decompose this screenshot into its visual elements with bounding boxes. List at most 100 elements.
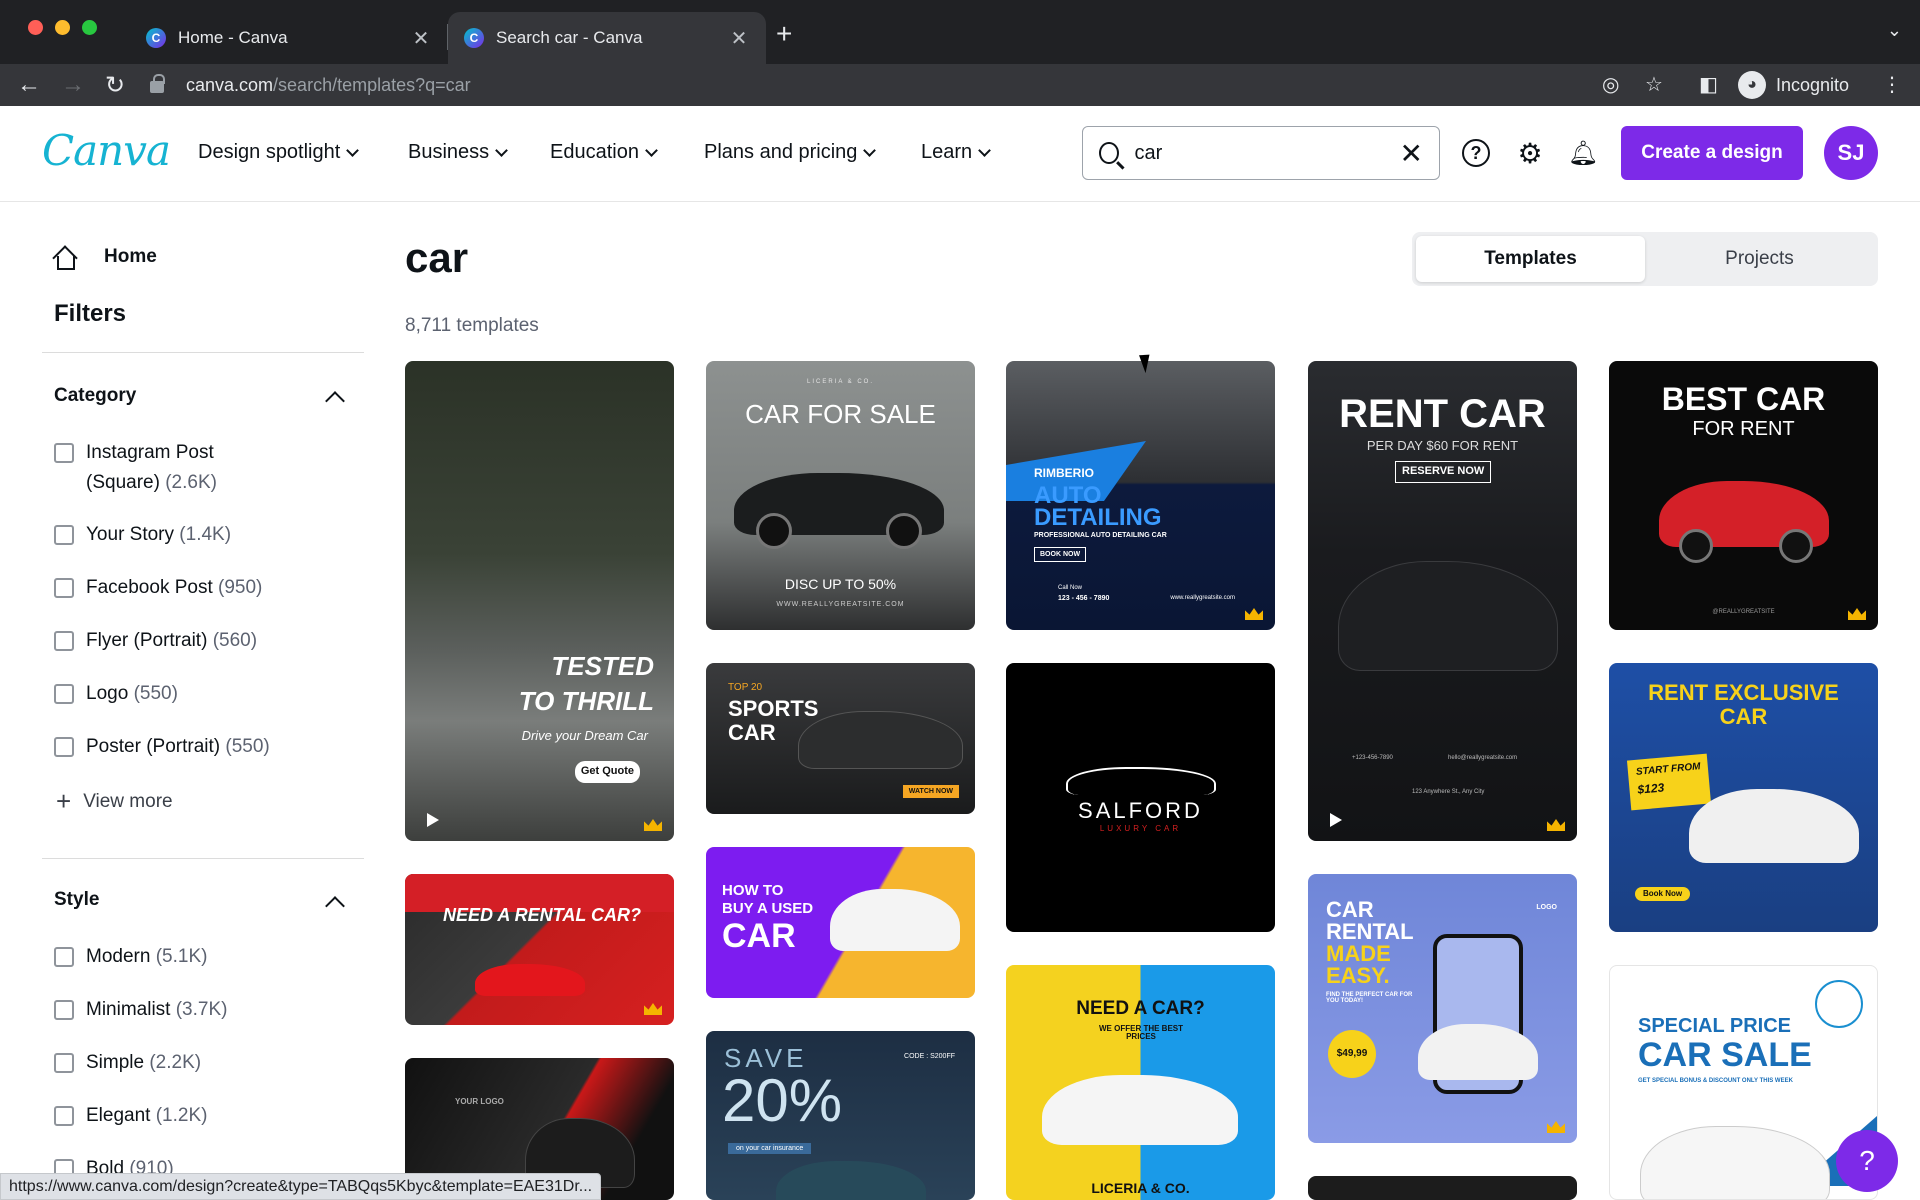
url-field[interactable]: canva.com/search/templates?q=car (150, 70, 471, 100)
search-box: ✕ (1082, 126, 1440, 180)
template-card[interactable]: NEED A RENTAL CAR? (405, 874, 674, 1025)
close-tab-icon[interactable]: ✕ (728, 26, 750, 51)
checkbox[interactable] (54, 1053, 74, 1073)
template-card[interactable]: BEST CAR FOR RENT @REALLYGREATSITE (1609, 361, 1878, 630)
filter-instagram-post[interactable]: Instagram Post (Square) (2.6K) (54, 438, 354, 498)
filter-facebook-post[interactable]: Facebook Post (950) (54, 573, 354, 603)
maximize-window-button[interactable] (82, 20, 97, 35)
tab-search-car[interactable]: C Search car - Canva ✕ (448, 12, 766, 64)
card-text: @REALLYGREATSITE (1712, 609, 1775, 615)
template-card[interactable]: TOP 20 SPORTS CAR WATCH NOW (706, 663, 975, 814)
checkbox[interactable] (54, 631, 74, 651)
view-more-button[interactable]: + View more (56, 786, 173, 817)
filters-sidebar: Home Filters Category Instagram Post (Squ… (42, 202, 364, 1200)
close-tab-icon[interactable]: ✕ (410, 26, 432, 51)
create-design-button[interactable]: Create a design (1621, 126, 1803, 180)
page-title: car (405, 234, 469, 281)
view-more-label: View more (83, 790, 173, 812)
card-text: TESTED (551, 651, 654, 681)
price-badge: START FROM $123 (1626, 753, 1712, 811)
filter-modern[interactable]: Modern (5.1K) (54, 942, 354, 972)
forward-icon[interactable]: → (56, 68, 90, 102)
filter-flyer-portrait[interactable]: Flyer (Portrait) (560) (54, 626, 354, 656)
template-card[interactable]: RIMBERIO AUTO DETAILING PROFESSIONAL AUT… (1006, 361, 1275, 630)
tab-templates[interactable]: Templates (1416, 236, 1645, 282)
divider (42, 352, 364, 353)
bookmark-star-icon[interactable]: ☆ (1645, 72, 1663, 97)
checkbox[interactable] (54, 525, 74, 545)
help-fab-button[interactable]: ? (1836, 1130, 1898, 1192)
template-card[interactable]: TESTED TO THRILL Drive your Dream Car Ge… (405, 361, 674, 841)
filter-label: Instagram Post (Square) (2.6K) (86, 442, 217, 493)
checkbox[interactable] (54, 443, 74, 463)
checkbox[interactable] (54, 1106, 74, 1126)
new-tab-button[interactable]: + (776, 18, 792, 50)
template-card[interactable]: RENT EXCLUSIVE CAR START FROM $123 Book … (1609, 663, 1878, 932)
card-text: SALFORD (1078, 798, 1203, 823)
checkbox[interactable] (54, 578, 74, 598)
card-text: NEED A RENTAL CAR? (443, 905, 641, 925)
canva-favicon-icon: C (146, 28, 166, 48)
card-text: START FROM (1635, 761, 1701, 778)
checkbox[interactable] (54, 737, 74, 757)
checkbox[interactable] (54, 1000, 74, 1020)
filter-label: Logo (550) (86, 683, 178, 704)
filter-your-story[interactable]: Your Story (1.4K) (54, 520, 354, 550)
filter-label: Elegant (1.2K) (86, 1105, 208, 1126)
canva-logo[interactable]: Canva (42, 126, 171, 175)
side-panel-icon[interactable]: ◧ (1699, 72, 1718, 97)
card-text: RENT CAR (1339, 392, 1546, 436)
close-window-button[interactable] (28, 20, 43, 35)
template-card[interactable]: SAVE 20% CODE : S200FF on your car insur… (706, 1031, 975, 1200)
filter-label: Simple (2.2K) (86, 1052, 202, 1073)
minimize-window-button[interactable] (55, 20, 70, 35)
bell-icon[interactable]: 🔔︎ (1566, 136, 1600, 170)
template-card[interactable]: NEED A CAR? WE OFFER THE BEST PRICES LIC… (1006, 965, 1275, 1200)
canva-favicon-icon: C (464, 28, 484, 48)
gear-icon[interactable]: ⚙ (1513, 136, 1547, 170)
nav-learn[interactable]: Learn (921, 141, 992, 164)
filter-label: Poster (Portrait) (550) (86, 736, 270, 757)
card-text: RENT EXCLUSIVE (1648, 680, 1839, 705)
tab-home[interactable]: C Home - Canva ✕ (130, 12, 448, 64)
filter-poster-portrait[interactable]: Poster (Portrait) (550) (54, 732, 354, 762)
eye-off-icon[interactable]: ◎ (1602, 72, 1619, 97)
template-card[interactable]: CAR RENTAL MADE EASY. FIND THE PERFECT C… (1308, 874, 1577, 1143)
checkbox[interactable] (54, 947, 74, 967)
chevron-up-icon[interactable] (325, 391, 345, 411)
avatar[interactable]: SJ (1824, 126, 1878, 180)
nav-label: Business (408, 141, 490, 163)
incognito-profile[interactable]: ◕ Incognito (1738, 70, 1849, 100)
template-card[interactable]: LICERIA & CO. CAR FOR SALE DISC UP TO 50… (706, 361, 975, 630)
filter-simple[interactable]: Simple (2.2K) (54, 1048, 354, 1078)
nav-design-spotlight[interactable]: Design spotlight (198, 141, 360, 164)
reload-icon[interactable]: ↻ (98, 68, 132, 102)
nav-education[interactable]: Education (550, 141, 658, 164)
card-text: 20% (722, 1067, 843, 1134)
sidebar-item-home[interactable]: Home (52, 245, 157, 271)
clear-search-icon[interactable]: ✕ (1400, 137, 1423, 170)
search-input[interactable] (1134, 141, 1400, 165)
back-icon[interactable]: ← (12, 68, 46, 102)
help-icon[interactable]: ? (1462, 139, 1490, 167)
template-card[interactable]: SALFORD LUXURY CAR (1006, 663, 1275, 932)
tab-search-chevron-icon[interactable]: ⌄ (1887, 20, 1902, 41)
card-text: EASY. (1326, 963, 1390, 988)
filter-minimalist[interactable]: Minimalist (3.7K) (54, 995, 354, 1025)
tab-projects[interactable]: Projects (1645, 236, 1874, 282)
filter-elegant[interactable]: Elegant (1.2K) (54, 1101, 354, 1131)
browser-menu-icon[interactable]: ⋮ (1882, 72, 1902, 97)
template-card[interactable]: HOW TO BUY A USED CAR (706, 847, 975, 998)
filter-logo[interactable]: Logo (550) (54, 679, 354, 709)
nav-plans-pricing[interactable]: Plans and pricing (704, 141, 877, 164)
nav-label: Learn (921, 141, 973, 163)
nav-label: Plans and pricing (704, 141, 858, 163)
card-text: DISC UP TO 50% (784, 576, 897, 592)
divider (42, 858, 364, 859)
template-card[interactable] (1308, 1176, 1577, 1200)
card-text: CAR SALE (1638, 1036, 1812, 1074)
template-card[interactable]: RENT CAR PER DAY $60 FOR RENT RESERVE NO… (1308, 361, 1577, 841)
chevron-up-icon[interactable] (325, 896, 345, 916)
checkbox[interactable] (54, 684, 74, 704)
nav-business[interactable]: Business (408, 141, 509, 164)
